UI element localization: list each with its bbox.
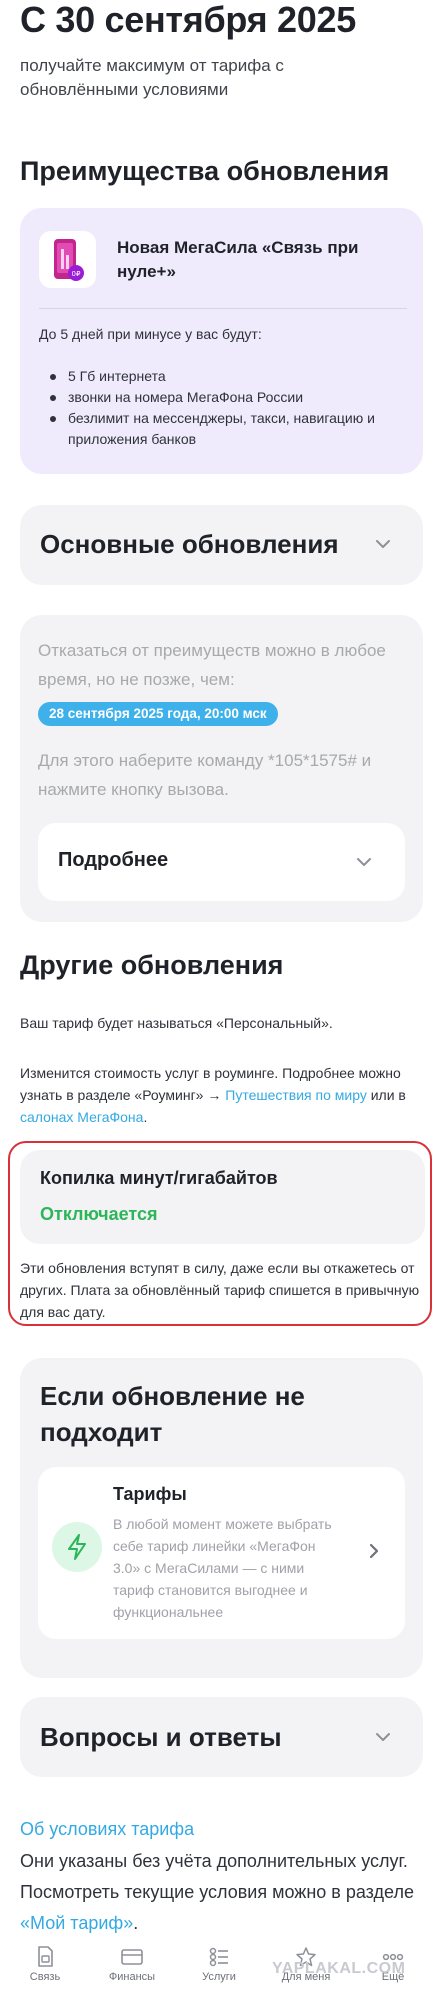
footer-text: Они указаны без учёта дополнительных усл…	[20, 1846, 425, 1939]
watermark: YAPLAKAL.COM	[272, 1960, 406, 1977]
tariffs-tile-text: В любой момент можете выбрать себе тариф…	[113, 1516, 332, 1620]
chevron-down-icon[interactable]	[375, 536, 391, 552]
tariff-rename-text: Ваш тариф будет называться «Персональный…	[20, 1015, 333, 1031]
page-subtitle: получайте максимум от тарифа с обновлённ…	[20, 56, 284, 99]
opt-out-instruction: Для этого наберите команду *105*1575# и …	[38, 751, 372, 799]
tab-svyaz[interactable]: Связь	[10, 1946, 80, 1983]
sim-icon	[38, 1946, 53, 1967]
chevron-down-icon	[357, 858, 371, 866]
benefits-list: 5 Гб интернета звонки на номера МегаФона…	[47, 366, 427, 450]
roaming-text: Изменится стоимость услуг в роуминге. По…	[20, 1062, 418, 1128]
promo-title: Новая МегаСила «Связь при нуле+»	[117, 238, 359, 281]
my-tariff-link[interactable]: «Мой тариф»	[20, 1913, 133, 1933]
tariff-conditions-link[interactable]: Об условиях тарифа	[20, 1819, 194, 1840]
tab-label: Связь	[29, 1971, 61, 1983]
not-fit-heading: Если обновление не подходит	[40, 1381, 305, 1447]
roaming-text-part: .	[143, 1109, 148, 1125]
card-icon	[121, 1949, 143, 1965]
tab-services[interactable]: Услуги	[184, 1946, 254, 1983]
tab-label: Финансы	[108, 1971, 156, 1983]
roaming-text-part: или в	[366, 1087, 406, 1103]
piggy-bank-title: Копилка минут/гигабайтов	[40, 1168, 278, 1188]
chevron-right-icon	[369, 1543, 379, 1559]
list-item: безлимит на мессенджеры, такси, навигаци…	[47, 408, 402, 450]
travel-link[interactable]: Путешествия по миру	[225, 1087, 367, 1103]
updates-note: Эти обновления вступят в силу, даже если…	[20, 1260, 420, 1320]
salons-link[interactable]: салонах МегаФона	[20, 1109, 143, 1125]
deadline-badge: 28 сентября 2025 года, 20:00 мск	[38, 702, 278, 726]
megasila-phone-icon: 0₽	[39, 231, 96, 288]
list-item: 5 Гб интернета	[47, 366, 427, 387]
more-details-label: Подробнее	[58, 849, 169, 871]
services-icon	[209, 1947, 228, 1967]
chevron-down-icon[interactable]	[375, 1729, 391, 1745]
list-item: звонки на номера МегаФона России	[47, 387, 427, 408]
promo-divider	[39, 308, 407, 309]
footer-text-part: .	[133, 1913, 139, 1933]
main-updates-title: Основные обновления	[40, 529, 339, 559]
tariffs-tile-title: Тарифы	[113, 1484, 187, 1504]
promo-lead: До 5 дней при минусе у вас будут:	[39, 326, 262, 342]
lightning-icon	[52, 1522, 102, 1572]
benefits-heading: Преимущества обновления	[20, 156, 390, 186]
faq-title: Вопросы и ответы	[40, 1722, 282, 1752]
status-badge: Отключается	[40, 1204, 158, 1224]
tab-label: Услуги	[202, 1971, 236, 1983]
footer-text-part: Они указаны без учёта дополнительных усл…	[20, 1851, 414, 1902]
page-title: С 30 сентября 2025	[20, 0, 356, 40]
svg-text:0₽: 0₽	[71, 270, 80, 278]
other-updates-heading: Другие обновления	[20, 950, 284, 980]
opt-out-text: Отказаться от преимуществ можно в любое …	[38, 641, 386, 689]
tab-finance[interactable]: Финансы	[97, 1946, 167, 1983]
piggy-bank-card	[20, 1150, 425, 1244]
